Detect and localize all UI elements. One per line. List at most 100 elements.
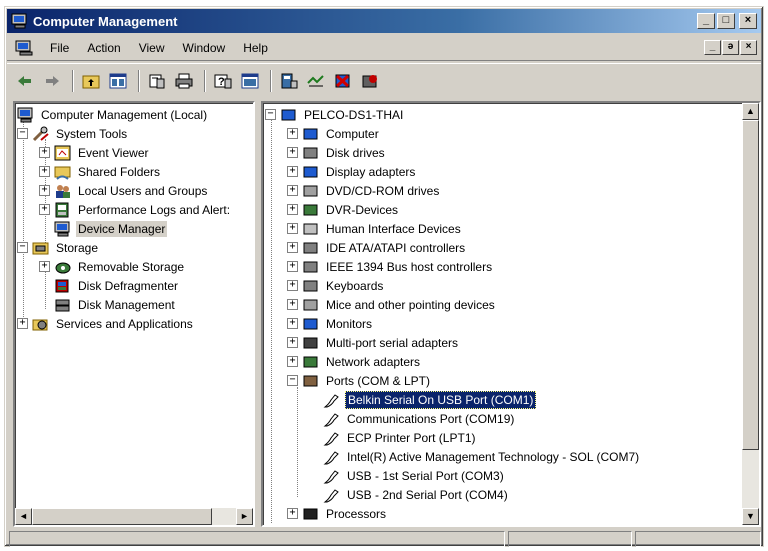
- tree-node-root[interactable]: Computer Management (Local): [17, 105, 209, 124]
- console-view-button[interactable]: [238, 70, 262, 92]
- device-category[interactable]: + Display adapters: [287, 162, 417, 181]
- forward-button[interactable]: [40, 70, 64, 92]
- expand-toggle[interactable]: +: [287, 147, 298, 158]
- collapse-toggle[interactable]: −: [17, 242, 28, 253]
- expand-toggle[interactable]: +: [287, 242, 298, 253]
- computer-management-window: Computer Management _ □ × File Action Vi…: [4, 6, 764, 547]
- tree-node-disk-management[interactable]: Disk Management: [39, 295, 177, 314]
- expand-toggle[interactable]: +: [287, 223, 298, 234]
- update-driver-button[interactable]: [304, 70, 328, 92]
- back-icon: [18, 75, 31, 86]
- collapse-toggle[interactable]: −: [17, 128, 28, 139]
- maximize-button[interactable]: □: [717, 13, 735, 29]
- vertical-scrollbar[interactable]: ▲ ▼: [742, 103, 759, 525]
- device-list-pane[interactable]: − PELCO-DS1-THAI + Computer + Disk drives + Dis…: [261, 101, 761, 527]
- mdi-minimize-button[interactable]: _: [704, 40, 721, 55]
- print-button[interactable]: [172, 70, 196, 92]
- console-icon[interactable]: [15, 40, 35, 56]
- device-category[interactable]: + DVD/CD-ROM drives: [287, 181, 441, 200]
- scan-hardware-button[interactable]: [277, 70, 301, 92]
- uninstall-button[interactable]: [331, 70, 355, 92]
- expand-toggle[interactable]: +: [287, 204, 298, 215]
- device-category[interactable]: + Keyboards: [287, 276, 385, 295]
- expand-toggle[interactable]: +: [287, 280, 298, 291]
- port-item[interactable]: ECP Printer Port (LPT1): [323, 428, 477, 447]
- port-item[interactable]: Belkin Serial On USB Port (COM1): [323, 390, 537, 409]
- port-item[interactable]: Intel(R) Active Management Technology - …: [323, 447, 641, 466]
- scroll-down-button[interactable]: ▼: [742, 508, 759, 525]
- expand-toggle[interactable]: +: [39, 185, 50, 196]
- port-item[interactable]: USB - 1st Serial Port (COM3): [323, 466, 506, 485]
- device-category[interactable]: + Multi-port serial adapters: [287, 333, 460, 352]
- horizontal-scrollbar[interactable]: ◄ ►: [15, 508, 253, 525]
- device-category[interactable]: + Disk drives: [287, 143, 387, 162]
- expand-toggle[interactable]: +: [287, 337, 298, 348]
- tree-node-event-viewer[interactable]: + Event Viewer: [39, 143, 150, 162]
- device-category[interactable]: + Network adapters: [287, 352, 422, 371]
- minimize-button[interactable]: _: [697, 13, 715, 29]
- expand-toggle[interactable]: +: [287, 508, 298, 519]
- menu-window[interactable]: Window: [174, 41, 235, 55]
- tree-node-shared-folders[interactable]: + Shared Folders: [39, 162, 162, 181]
- serial-port-icon: [323, 431, 339, 445]
- tree-node-services[interactable]: + Services and Applications: [17, 314, 195, 333]
- tree-node-device-manager[interactable]: Device Manager: [39, 219, 168, 238]
- expand-toggle[interactable]: +: [287, 356, 298, 367]
- device-category[interactable]: + Computer: [287, 124, 381, 143]
- collapse-toggle[interactable]: −: [287, 375, 298, 386]
- device-category[interactable]: + Mice and other pointing devices: [287, 295, 497, 314]
- collapse-toggle[interactable]: −: [265, 109, 276, 120]
- port-item[interactable]: Communications Port (COM19): [323, 409, 516, 428]
- expand-toggle[interactable]: +: [287, 299, 298, 310]
- device-label: PELCO-DS1-THAI: [304, 107, 404, 122]
- port-item[interactable]: USB - 2nd Serial Port (COM4): [323, 485, 510, 504]
- close-button[interactable]: ×: [739, 13, 757, 29]
- shared-folder-icon: [54, 166, 71, 180]
- tree-node-storage[interactable]: − Storage: [17, 238, 100, 257]
- expand-toggle[interactable]: +: [39, 166, 50, 177]
- console-tree-pane[interactable]: Computer Management (Local) − System Too…: [13, 101, 255, 527]
- up-one-level-button[interactable]: [79, 70, 103, 92]
- expand-toggle[interactable]: +: [39, 204, 50, 215]
- tree-node-system-tools[interactable]: − System Tools: [17, 124, 129, 143]
- scroll-right-button[interactable]: ►: [236, 508, 253, 525]
- expand-toggle[interactable]: +: [287, 128, 298, 139]
- device-category[interactable]: + Monitors: [287, 314, 374, 333]
- help-button[interactable]: ?: [211, 70, 235, 92]
- device-category[interactable]: + IEEE 1394 Bus host controllers: [287, 257, 494, 276]
- expand-toggle[interactable]: +: [39, 261, 50, 272]
- menu-view[interactable]: View: [130, 41, 174, 55]
- tree-node-disk-defragmenter[interactable]: Disk Defragmenter: [39, 276, 180, 295]
- mdi-restore-button[interactable]: ə: [722, 40, 739, 55]
- device-category[interactable]: − Ports (COM & LPT): [287, 371, 432, 390]
- disable-device-button[interactable]: [358, 70, 382, 92]
- properties-button[interactable]: [145, 70, 169, 92]
- back-button[interactable]: [13, 70, 37, 92]
- tree-label: System Tools: [56, 126, 128, 141]
- tree-node-removable-storage[interactable]: + Removable Storage: [39, 257, 186, 276]
- scroll-up-button[interactable]: ▲: [742, 103, 759, 120]
- title-bar[interactable]: Computer Management _ □ ×: [7, 9, 761, 33]
- show-hide-tree-button[interactable]: [106, 70, 130, 92]
- scroll-thumb[interactable]: [32, 508, 212, 525]
- menu-file[interactable]: File: [41, 41, 78, 55]
- device-category[interactable]: + IDE ATA/ATAPI controllers: [287, 238, 467, 257]
- menu-action[interactable]: Action: [78, 41, 129, 55]
- serial-port-icon: [323, 393, 339, 407]
- expand-toggle[interactable]: +: [17, 318, 28, 329]
- device-category[interactable]: + Processors: [287, 504, 388, 523]
- scroll-left-button[interactable]: ◄: [15, 508, 32, 525]
- device-category[interactable]: + Human Interface Devices: [287, 219, 463, 238]
- tree-node-local-users[interactable]: + Local Users and Groups: [39, 181, 209, 200]
- expand-toggle[interactable]: +: [287, 185, 298, 196]
- menu-help[interactable]: Help: [234, 41, 277, 55]
- device-category[interactable]: + DVR-Devices: [287, 200, 400, 219]
- expand-toggle[interactable]: +: [287, 318, 298, 329]
- expand-toggle[interactable]: +: [39, 147, 50, 158]
- device-tree-root[interactable]: − PELCO-DS1-THAI: [265, 105, 405, 124]
- mdi-close-button[interactable]: ×: [740, 40, 757, 55]
- expand-toggle[interactable]: +: [287, 166, 298, 177]
- scroll-thumb[interactable]: [742, 120, 759, 450]
- tree-node-performance-logs[interactable]: + Performance Logs and Alert:: [39, 200, 232, 219]
- expand-toggle[interactable]: +: [287, 261, 298, 272]
